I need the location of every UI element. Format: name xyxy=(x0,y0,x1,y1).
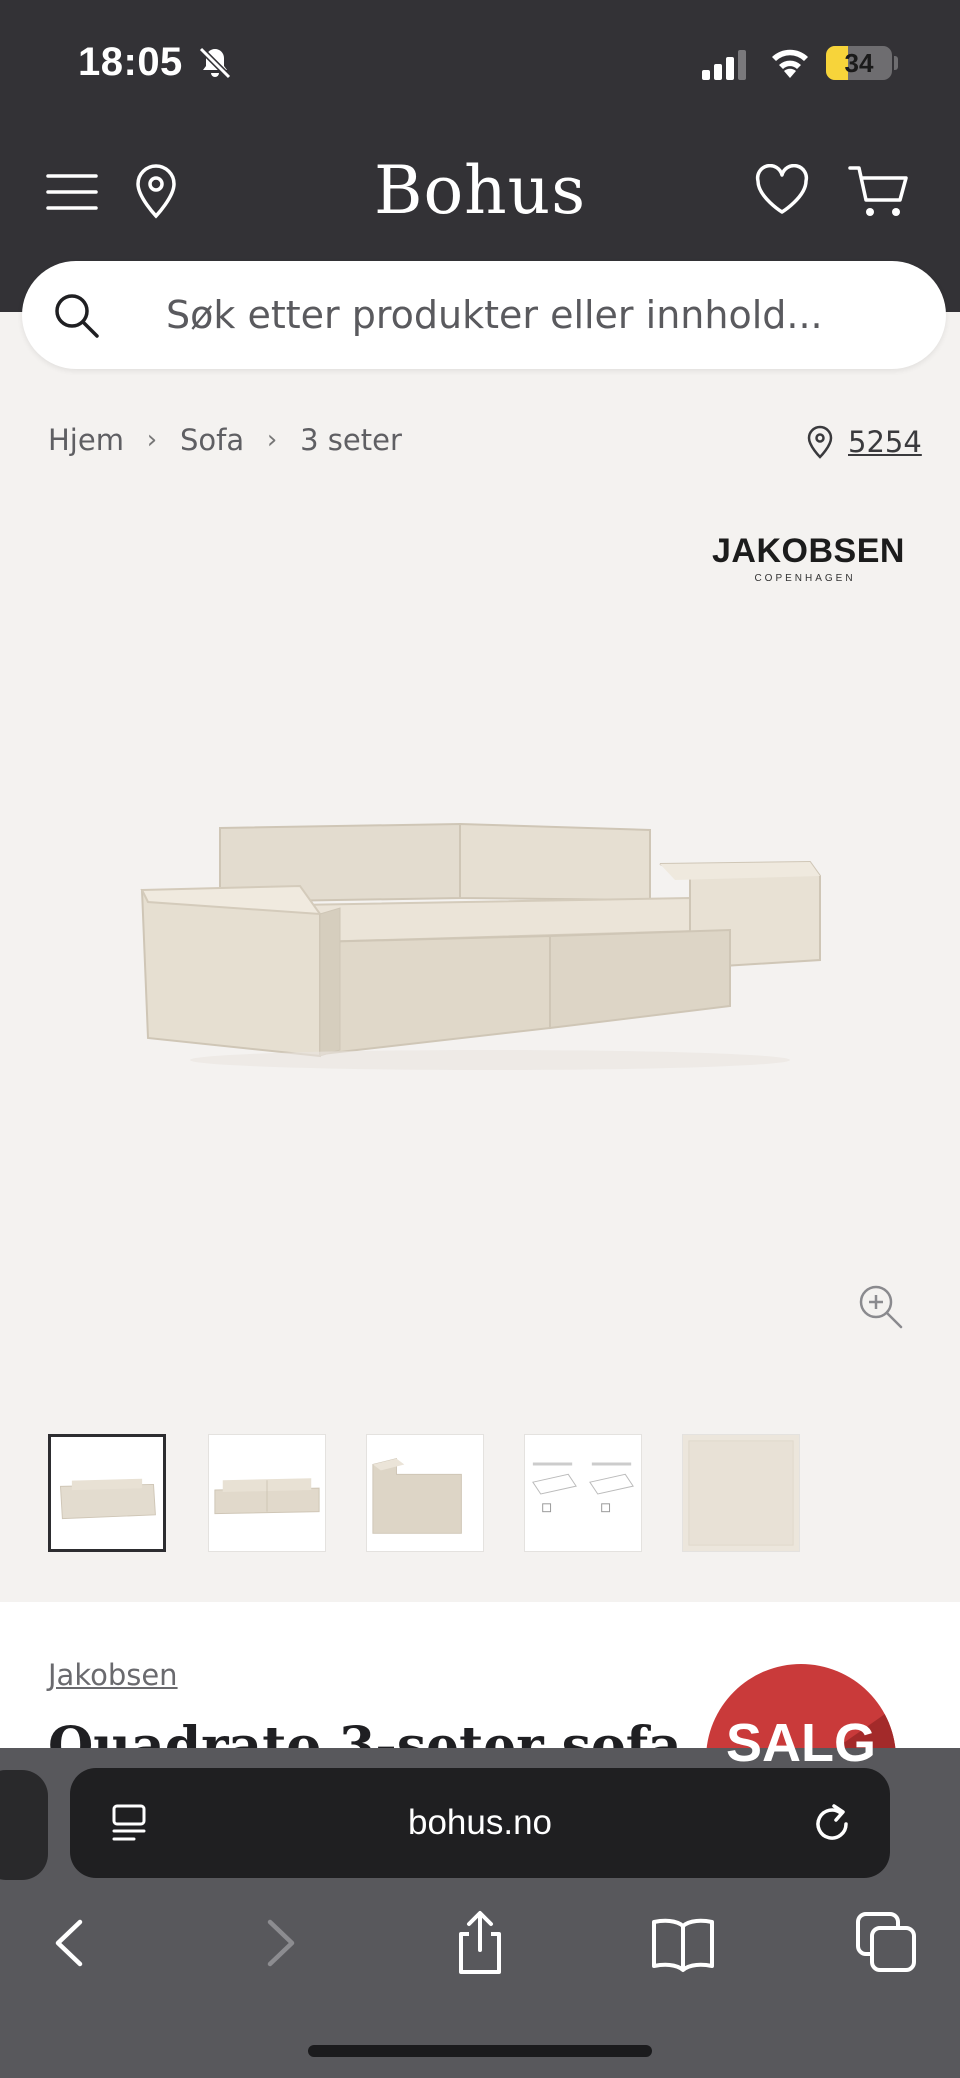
breadcrumb-home[interactable]: Hjem xyxy=(48,423,124,457)
status-bar: 18:05 34 xyxy=(0,0,960,120)
status-time: 18:05 xyxy=(78,40,183,84)
brand-logo-name: JAKOBSEN xyxy=(712,532,905,570)
reload-icon[interactable] xyxy=(810,1802,854,1846)
store-number[interactable]: 5254 xyxy=(848,425,922,459)
wifi-icon xyxy=(772,49,808,78)
store-selector[interactable]: 5254 xyxy=(806,420,922,464)
product-image[interactable] xyxy=(130,810,830,1090)
zoom-in-icon[interactable] xyxy=(856,1282,904,1330)
cellular-signal-icon xyxy=(702,50,746,80)
thumbnail-4[interactable] xyxy=(524,1434,642,1552)
share-icon[interactable] xyxy=(445,1908,515,1978)
battery-nub xyxy=(894,56,898,70)
page-menu-icon[interactable] xyxy=(110,1802,152,1844)
shopping-cart-icon[interactable] xyxy=(848,162,910,220)
brand-link[interactable]: Jakobsen xyxy=(48,1658,178,1692)
browser-toolbar xyxy=(0,1908,960,2008)
location-pin-icon[interactable] xyxy=(132,162,180,220)
brand-logo-sub: COPENHAGEN xyxy=(754,573,856,584)
thumbnail-2[interactable] xyxy=(208,1434,326,1552)
home-indicator xyxy=(308,2045,652,2057)
search-input[interactable] xyxy=(166,287,906,343)
breadcrumb-sofa[interactable]: Sofa xyxy=(180,423,244,457)
hamburger-menu-icon[interactable] xyxy=(46,170,98,214)
previous-tab-preview[interactable] xyxy=(0,1770,48,1880)
bell-slash-icon xyxy=(198,46,232,80)
bookmarks-icon[interactable] xyxy=(648,1908,718,1978)
search-icon xyxy=(55,294,99,338)
battery-level-text: 34 xyxy=(844,48,874,78)
heart-icon[interactable] xyxy=(754,164,810,218)
chevron-right-icon: › xyxy=(266,425,278,455)
battery-icon: 34 xyxy=(826,46,892,80)
brand-logo: JAKOBSEN COPENHAGEN xyxy=(712,532,905,584)
chevron-right-icon: › xyxy=(146,425,158,455)
sale-badge-text: SALG xyxy=(725,1713,876,1773)
thumbnail-3[interactable] xyxy=(366,1434,484,1552)
top-nav: Bohus xyxy=(0,150,960,240)
breadcrumb: Hjem › Sofa › 3 seter xyxy=(48,418,402,462)
search-bar[interactable] xyxy=(22,261,946,369)
breadcrumb-3-seter[interactable]: 3 seter xyxy=(300,423,402,457)
back-icon[interactable] xyxy=(36,1908,106,1978)
browser-chrome: bohus.no xyxy=(0,1748,960,2078)
forward-icon[interactable] xyxy=(244,1908,314,1978)
url-text: bohus.no xyxy=(407,1803,553,1842)
thumbnail-1[interactable] xyxy=(48,1434,166,1552)
tabs-icon[interactable] xyxy=(852,1908,922,1978)
location-pin-icon xyxy=(807,425,833,459)
thumbnail-5-fabric[interactable] xyxy=(682,1434,800,1552)
address-bar[interactable]: bohus.no xyxy=(70,1768,890,1878)
